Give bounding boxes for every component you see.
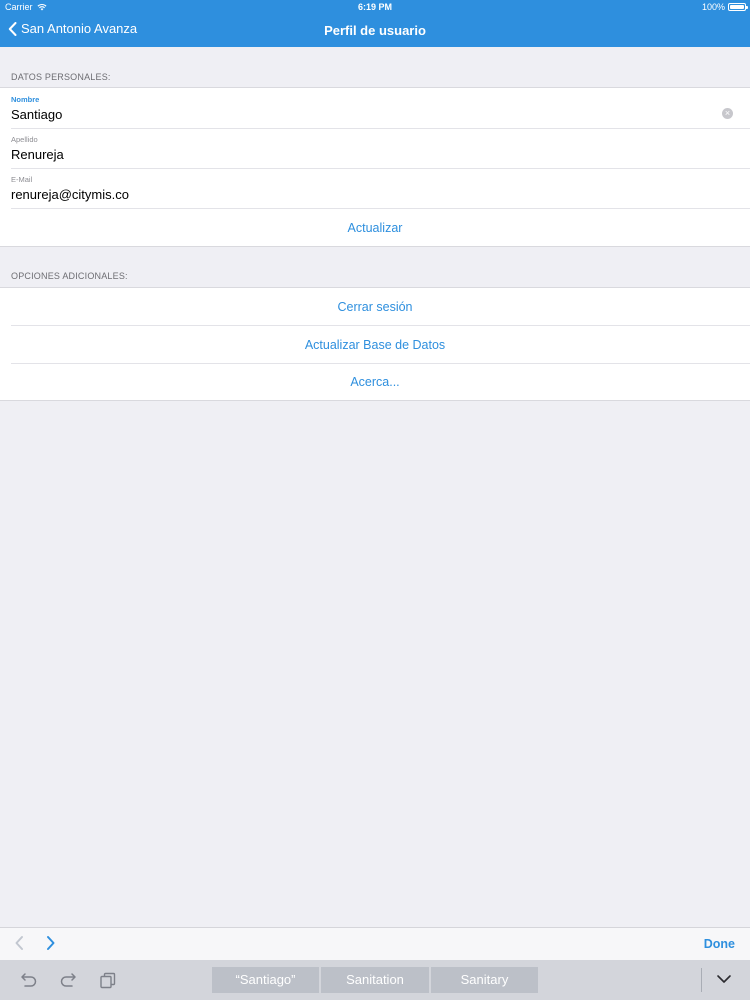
undo-icon[interactable] (20, 972, 38, 988)
battery-percent: 100% (701, 2, 725, 12)
clock: 6:19 PM (357, 2, 392, 12)
chevron-down-icon[interactable] (716, 974, 732, 984)
update-button[interactable]: Actualizar (0, 209, 750, 247)
first-name-input[interactable] (11, 105, 701, 123)
navigation-bar: San Antonio Avanza Perfil de usuario (0, 15, 750, 47)
prediction-suggestion[interactable]: “Santiago” (212, 967, 319, 993)
additional-options-group: Cerrar sesión Actualizar Base de Datos A… (0, 287, 750, 401)
personal-data-group: Nombre × Apellido E-Mail Actualizar (0, 87, 750, 247)
about-button[interactable]: Acerca... (0, 363, 750, 401)
prediction-suggestion[interactable]: Sanitary (431, 967, 538, 993)
clear-text-icon[interactable]: × (722, 108, 733, 119)
email-label: E-Mail (11, 175, 33, 184)
redo-icon[interactable] (59, 972, 77, 988)
update-database-button[interactable]: Actualizar Base de Datos (0, 326, 750, 364)
last-name-field: Apellido (0, 128, 750, 168)
logout-button[interactable]: Cerrar sesión (0, 288, 750, 326)
battery-icon (728, 3, 748, 11)
back-button-label: San Antonio Avanza (21, 21, 138, 36)
back-button[interactable]: San Antonio Avanza (8, 21, 137, 36)
section-header-additional: OPCIONES ADICIONALES: (11, 271, 128, 281)
email-input[interactable] (11, 185, 701, 203)
status-bar: Carrier 6:19 PM 100% (0, 0, 750, 15)
keyboard-shortcut-bar: “Santiago” Sanitation Sanitary (0, 960, 750, 1000)
done-button[interactable]: Done (704, 937, 735, 951)
previous-field-icon[interactable] (14, 935, 24, 951)
top-bar: Carrier 6:19 PM 100% San Antonio Avanza … (0, 0, 750, 47)
section-header-personal: DATOS PERSONALES: (11, 72, 111, 82)
last-name-label: Apellido (11, 135, 38, 144)
first-name-field: Nombre × (0, 88, 750, 128)
battery-indicator: 100% (701, 2, 748, 12)
email-field: E-Mail (0, 168, 750, 208)
prediction-suggestion[interactable]: Sanitation (321, 967, 429, 993)
paste-icon[interactable] (99, 972, 117, 989)
chevron-left-icon (8, 21, 17, 36)
keyboard-accessory-bar: Done (0, 927, 750, 960)
last-name-input[interactable] (11, 145, 701, 163)
divider (701, 968, 702, 992)
next-field-icon[interactable] (46, 935, 56, 951)
first-name-label: Nombre (11, 95, 40, 104)
